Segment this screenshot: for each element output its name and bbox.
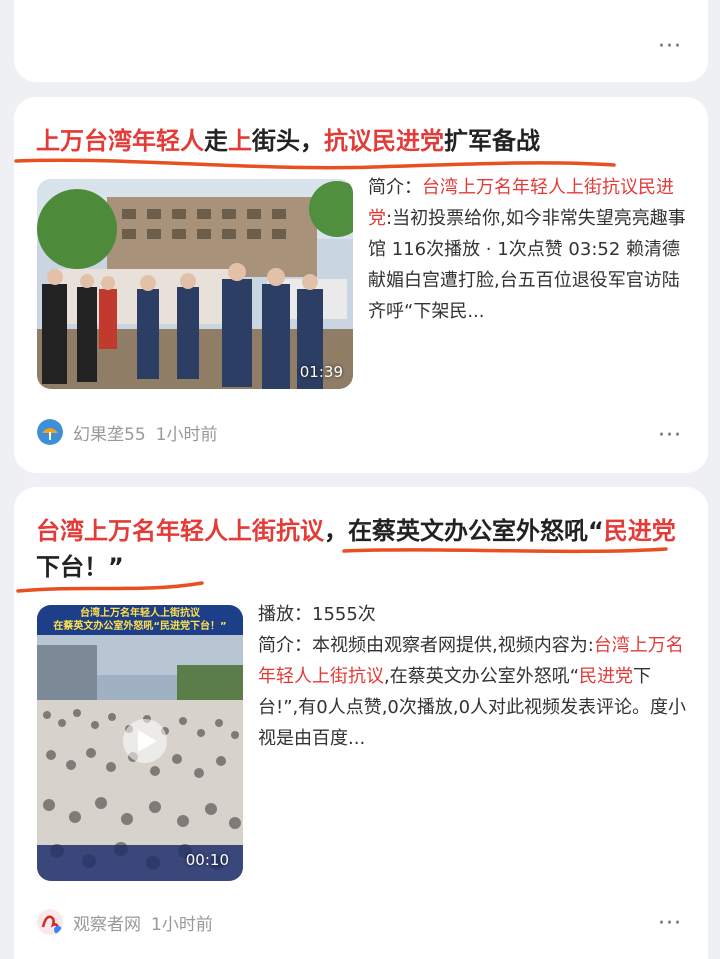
title-text: ，在蔡英文办公室外怒吼“ (324, 517, 604, 545)
author-avatar (37, 909, 63, 935)
protest-photo-image (37, 179, 353, 389)
video-duration: 01:39 (299, 363, 343, 381)
post-time: 1小时前 (151, 914, 213, 935)
summary-highlight: 民进党 (579, 666, 634, 687)
title-highlight: 抗议民进党 (324, 127, 444, 155)
title-highlight: 台湾上万名年轻人上街抗议 (36, 517, 324, 545)
summary-highlight: 台湾上万名年轻人上街抗议 (422, 177, 638, 198)
video-thumbnail[interactable]: 台湾上万名年轻人上街抗议 在蔡英文办公室外怒吼“民进党下台！” 00:10 (37, 605, 243, 881)
more-options-icon[interactable]: ··· (658, 425, 682, 447)
more-options-icon[interactable]: ··· (658, 36, 682, 58)
author-row[interactable]: 幻果垄55 1小时前 (37, 419, 217, 445)
title-highlight: 上 (228, 127, 252, 155)
title-text: 扩军备战 (444, 127, 540, 155)
title-text: 走 (204, 127, 228, 155)
video-thumbnail[interactable]: 01:39 (37, 179, 353, 389)
thumbnail-caption-line: 台湾上万名年轻人上街抗议 (80, 608, 200, 619)
author-name: 观察者网 (73, 914, 141, 935)
video-summary[interactable]: 简介：本视频由观察者网提供,视频内容为:台湾上万名年轻人上街抗议,在蔡英文办公室… (258, 630, 688, 754)
video-plays: 播放：1555次 (258, 604, 376, 625)
summary-text: 本视频由观察者网提供,视频内容为: (312, 635, 594, 656)
post-time: 1小时前 (155, 424, 218, 445)
author-avatar (37, 419, 63, 445)
summary-text: ,在蔡英文办公室外怒吼“ (384, 666, 580, 687)
author-name: 幻果垄55 (73, 424, 146, 445)
feed-card-1[interactable]: 上万台湾年轻人走上街头，抗议民进党扩军备战 01:39 简介：台湾上万名年轻人上… (14, 97, 708, 473)
video-summary[interactable]: 简介：台湾上万名年轻人上街抗议民进党:当初投票给你,如今非常失望亮亮趣事馆 11… (368, 172, 686, 327)
title-text: 街头， (252, 127, 324, 155)
video-duration: 00:10 (185, 851, 229, 869)
feed-card-2[interactable]: 台湾上万名年轻人上街抗议，在蔡英文办公室外怒吼“民进党下台！” 台湾上万名年轻人… (14, 487, 708, 959)
summary-text: :当初投票给你,如今非常失望亮亮趣事馆 116次播放 · 1次点赞 03:52 … (368, 208, 686, 322)
title-highlight: 民进党 (603, 517, 676, 545)
summary-label: 简介： (368, 177, 422, 198)
thumbnail-caption-line: 在蔡英文办公室外怒吼“民进党下台！” (53, 621, 227, 632)
card-title[interactable]: 上万台湾年轻人走上街头，抗议民进党扩军备战 (36, 123, 696, 159)
crowd-photo-image (37, 605, 243, 881)
author-row[interactable]: 观察者网 1小时前 (37, 909, 213, 935)
card-title[interactable]: 台湾上万名年轻人上街抗议，在蔡英文办公室外怒吼“民进党下台！” (36, 513, 696, 585)
thumbnail-caption: 台湾上万名年轻人上街抗议 在蔡英文办公室外怒吼“民进党下台！” (37, 607, 243, 633)
feed-card-previous[interactable]: ··· (14, 0, 708, 82)
summary-label: 简介： (258, 635, 312, 656)
title-text: 下台！” (36, 553, 124, 581)
more-options-icon[interactable]: ··· (658, 913, 682, 935)
title-highlight: 上万台湾年轻人 (36, 127, 204, 155)
